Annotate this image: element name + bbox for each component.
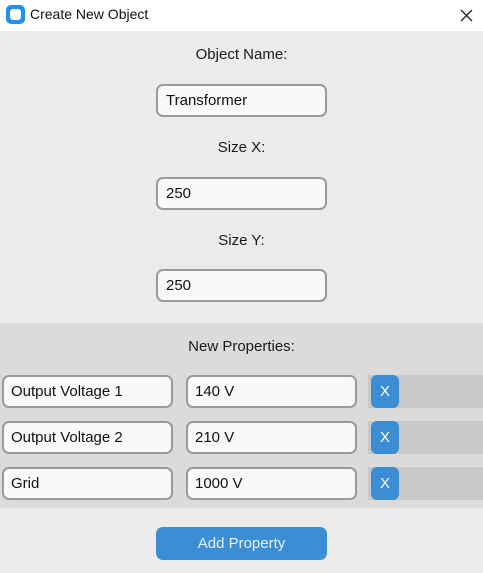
title-bar: Create New Object xyxy=(0,0,483,31)
remove-property-button[interactable]: X xyxy=(371,467,399,500)
property-row: X xyxy=(0,467,483,500)
object-name-input[interactable] xyxy=(156,84,327,117)
property-value-input[interactable] xyxy=(186,467,357,500)
property-name-input[interactable] xyxy=(2,375,173,408)
object-name-label: Object Name: xyxy=(195,46,288,63)
size-x-label: Size X: xyxy=(217,139,266,156)
property-row: X xyxy=(0,421,483,454)
remove-property-button[interactable]: X xyxy=(371,375,399,408)
size-x-input[interactable] xyxy=(156,177,327,210)
remove-property-button[interactable]: X xyxy=(371,421,399,454)
size-y-input[interactable] xyxy=(156,269,327,302)
create-object-dialog: Create New Object Object Name: Size X: S… xyxy=(0,0,483,573)
add-property-button[interactable]: Add Property xyxy=(156,527,327,560)
new-properties-title: New Properties: xyxy=(188,338,295,355)
close-button[interactable] xyxy=(449,0,483,31)
property-row: X xyxy=(0,375,483,408)
window-title: Create New Object xyxy=(30,6,149,22)
property-value-input[interactable] xyxy=(186,375,357,408)
property-name-input[interactable] xyxy=(2,467,173,500)
property-value-input[interactable] xyxy=(186,421,357,454)
app-icon xyxy=(6,5,25,24)
properties-panel: New Properties: X X X xyxy=(0,323,483,508)
size-y-label: Size Y: xyxy=(218,232,265,249)
property-name-input[interactable] xyxy=(2,421,173,454)
close-icon xyxy=(460,9,472,22)
